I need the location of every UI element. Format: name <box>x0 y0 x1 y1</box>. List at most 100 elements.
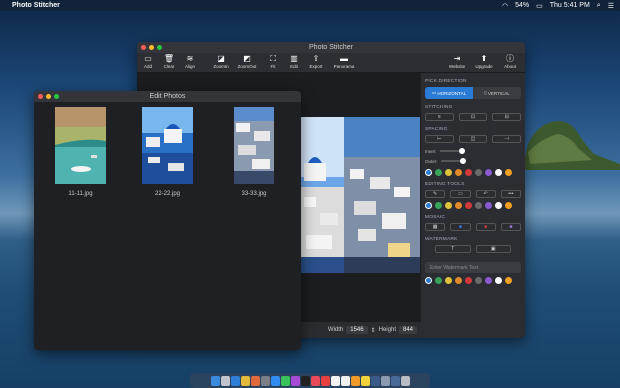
close-button[interactable] <box>141 45 146 50</box>
close-button[interactable] <box>38 94 43 99</box>
downloads-icon[interactable] <box>390 375 400 386</box>
color-swatch[interactable] <box>445 277 452 284</box>
toolbar-edit-button[interactable]: ▥ Edit <box>283 54 305 69</box>
color-swatch[interactable] <box>465 169 472 176</box>
photos-icon[interactable] <box>250 375 260 386</box>
outer-slider-knob[interactable] <box>459 158 466 164</box>
toolbar-zoomout-button[interactable]: ◩ ZoomOut <box>236 54 258 69</box>
spacing-right-button[interactable]: ⊣ <box>492 135 522 143</box>
calendar-icon[interactable] <box>330 375 340 386</box>
toolbar-panorama-button[interactable]: ▬ Panorama <box>331 54 357 69</box>
height-input[interactable]: 844 <box>398 326 417 334</box>
books-icon[interactable] <box>350 375 360 386</box>
stitch-crop-button[interactable]: ⊡ <box>458 113 488 121</box>
finder-icon[interactable] <box>210 375 220 386</box>
toolbar-website-button[interactable]: ⇥ Website <box>446 54 468 69</box>
color-swatch[interactable] <box>485 169 492 176</box>
wifi-icon[interactable]: ◠ <box>502 2 508 10</box>
toolbar-clear-button[interactable]: 🗑 Clear <box>158 54 180 69</box>
color-swatch[interactable] <box>475 169 482 176</box>
stitched-preview[interactable] <box>300 117 420 273</box>
vertical-option[interactable]: ▯ VERTICAL <box>473 87 521 99</box>
color-swatch[interactable] <box>455 277 462 284</box>
mosaic-blue-button[interactable]: ■ <box>450 223 471 231</box>
color-swatch[interactable] <box>465 202 472 209</box>
tv-icon[interactable] <box>300 375 310 386</box>
safari-icon[interactable] <box>230 375 240 386</box>
mosaic-purple-button[interactable]: ■ <box>500 223 521 231</box>
battery-percent[interactable]: 54% <box>515 2 529 9</box>
notes-icon[interactable] <box>360 375 370 386</box>
podcasts-icon[interactable] <box>290 375 300 386</box>
color-swatch[interactable] <box>465 277 472 284</box>
color-swatch[interactable] <box>475 202 482 209</box>
draw-tool-button[interactable]: ✎ <box>425 190 446 198</box>
more-tools-button[interactable]: ••• <box>500 190 521 198</box>
news-icon[interactable] <box>320 375 330 386</box>
undo-tool-button[interactable]: ↶ <box>475 190 496 198</box>
toolbar-zoomin-button[interactable]: ◪ ZoomIn <box>210 54 232 69</box>
minimize-button[interactable] <box>46 94 51 99</box>
mosaic-pixel-button[interactable]: ▦ <box>425 223 446 231</box>
search-icon[interactable]: ⌕ <box>597 2 601 10</box>
width-input[interactable]: 1546 <box>346 326 368 334</box>
color-swatch[interactable] <box>425 277 432 284</box>
color-swatch[interactable] <box>435 277 442 284</box>
menu-list-icon[interactable]: ☰ <box>608 2 614 10</box>
zoom-button[interactable] <box>157 45 162 50</box>
link-dimensions-icon[interactable]: ⇕ <box>371 327 376 334</box>
toolbar-export-button[interactable]: ⇪ Export <box>305 54 327 69</box>
photo-thumbnail[interactable]: 11-11.jpg <box>55 107 106 197</box>
preview-icon[interactable] <box>380 375 390 386</box>
color-swatch[interactable] <box>505 202 512 209</box>
reminders-icon[interactable] <box>340 375 350 386</box>
watermark-text-input[interactable]: Enter Watermark Text <box>425 262 521 273</box>
zoom-button[interactable] <box>54 94 59 99</box>
color-swatch[interactable] <box>495 277 502 284</box>
stitch-fit-button[interactable]: ⊟ <box>492 113 522 121</box>
music-icon[interactable] <box>310 375 320 386</box>
inner-slider-knob[interactable] <box>458 148 465 154</box>
toolbar-fit-button[interactable]: ⛶ Fit <box>262 54 284 69</box>
color-swatch[interactable] <box>475 277 482 284</box>
photo-thumbnail[interactable]: 22-22.jpg <box>142 107 193 197</box>
stitch-align-button[interactable]: ≡ <box>425 113 454 121</box>
toolbar-add-button[interactable]: ▭ Add <box>137 54 159 69</box>
photo-stitcher-icon[interactable] <box>370 375 380 386</box>
trash-dock-icon[interactable] <box>400 375 410 386</box>
color-swatch[interactable] <box>435 169 442 176</box>
minimize-button[interactable] <box>149 45 154 50</box>
color-swatch[interactable] <box>455 169 462 176</box>
horizontal-option[interactable]: ▭ HORIZONTAL <box>425 87 473 99</box>
color-swatch[interactable] <box>485 277 492 284</box>
toolbar-about-button[interactable]: ⓘ About <box>499 54 521 69</box>
color-swatch[interactable] <box>445 202 452 209</box>
watermark-text-button[interactable]: T <box>435 245 471 253</box>
clock[interactable]: Thu 5:41 PM <box>550 2 590 9</box>
shape-tool-button[interactable]: ▭ <box>450 190 471 198</box>
inner-slider[interactable] <box>439 148 465 154</box>
color-swatch[interactable] <box>485 202 492 209</box>
app-store-icon[interactable] <box>270 375 280 386</box>
outer-slider[interactable] <box>440 158 466 164</box>
spacing-center-button[interactable]: ◫ <box>458 135 488 143</box>
color-swatch[interactable] <box>445 169 452 176</box>
color-swatch[interactable] <box>435 202 442 209</box>
toolbar-align-button[interactable]: ≋ Align <box>179 54 201 69</box>
watermark-image-button[interactable]: ▣ <box>475 245 511 253</box>
color-swatch[interactable] <box>495 169 502 176</box>
mosaic-red-button[interactable]: ■ <box>475 223 496 231</box>
battery-icon[interactable]: ▭ <box>536 2 543 10</box>
messages-icon[interactable] <box>280 375 290 386</box>
chrome-icon[interactable] <box>240 375 250 386</box>
color-swatch[interactable] <box>455 202 462 209</box>
color-swatch[interactable] <box>505 169 512 176</box>
color-swatch[interactable] <box>425 202 432 209</box>
color-swatch[interactable] <box>505 277 512 284</box>
system-prefs-icon[interactable] <box>260 375 270 386</box>
app-menu-name[interactable]: Photo Stitcher <box>12 2 60 9</box>
spacing-left-button[interactable]: ⊢ <box>425 135 454 143</box>
photo-thumbnail[interactable]: 33-33.jpg <box>234 107 274 197</box>
color-swatch[interactable] <box>425 169 432 176</box>
toolbar-upgrade-button[interactable]: ⬆ Upgrade <box>473 54 495 69</box>
